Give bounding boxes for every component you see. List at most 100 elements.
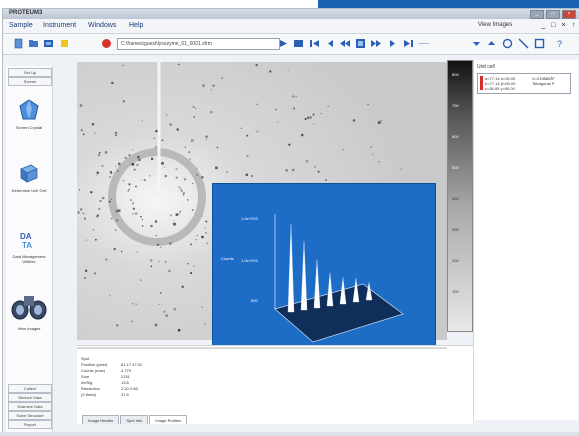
- tab-image-header[interactable]: Image Header: [82, 415, 120, 424]
- minimize-button[interactable]: _: [530, 10, 544, 19]
- dropdown-arrow-icon[interactable]: [471, 38, 482, 49]
- peak-spike: [326, 272, 334, 307]
- diffraction-spot: [291, 169, 295, 172]
- reduce-data-button[interactable]: Reduce Data: [8, 393, 52, 402]
- sidebar-item-unit-cell[interactable]: Determine Unit Cell: [6, 162, 52, 193]
- diffraction-spot: [155, 234, 157, 236]
- maximize-button[interactable]: □: [546, 10, 560, 19]
- zoom-out-icon[interactable]: [486, 38, 497, 49]
- sidebar-item-label: Data Management Utilities: [12, 254, 46, 264]
- diffraction-spot: [96, 215, 99, 218]
- menu-sample[interactable]: Sample: [9, 22, 33, 29]
- diffraction-spot: [83, 133, 85, 136]
- diffraction-spot: [132, 202, 134, 205]
- diffraction-spot: [90, 191, 93, 194]
- layers-icon[interactable]: [43, 38, 54, 49]
- rewind-icon[interactable]: [339, 38, 350, 49]
- spot-info-value: 2151: [121, 374, 130, 379]
- toolbar: C:\frames\guest\lysozyme_01_0001.sfrm ?: [3, 34, 579, 55]
- sidebar-item-data-utilities[interactable]: DA TA Data Management Utilities: [6, 228, 52, 264]
- window-controls: _ □ ×: [530, 10, 576, 19]
- menu-instrument[interactable]: Instrument: [43, 22, 76, 29]
- diffraction-spot: [188, 151, 191, 153]
- diffraction-spot: [169, 123, 172, 126]
- image-axis-ruler: [77, 347, 447, 349]
- first-frame-icon[interactable]: [309, 38, 320, 49]
- diffraction-spot: [206, 242, 209, 245]
- browse-arrow-icon[interactable]: [278, 38, 289, 49]
- open-folder-icon[interactable]: [28, 38, 39, 49]
- close-button[interactable]: ×: [562, 10, 576, 19]
- load-image-icon[interactable]: [293, 38, 304, 49]
- diffraction-spot: [206, 138, 207, 140]
- diffraction-spot: [192, 183, 194, 185]
- diffraction-spot: [154, 323, 158, 327]
- diffraction-spot: [183, 178, 186, 181]
- diffraction-spot: [175, 176, 178, 179]
- sidebar-item-screen-crystal[interactable]: Screen Crystal: [6, 99, 52, 130]
- contrast-scale[interactable]: [447, 60, 473, 332]
- diffraction-spot: [104, 151, 108, 154]
- diffraction-spot: [180, 188, 183, 191]
- help-cursor-icon[interactable]: ?: [555, 38, 566, 49]
- close-doc-button[interactable]: ×: [559, 21, 568, 30]
- sidebar-item-view-images[interactable]: View Images: [6, 288, 52, 331]
- diffraction-spot: [122, 64, 124, 67]
- diffraction-spot: [175, 168, 178, 170]
- up-button[interactable]: ↑: [569, 21, 578, 30]
- menu-windows[interactable]: Windows: [88, 22, 116, 29]
- contrast-tick-label: 700: [452, 103, 459, 108]
- rectangle-tool-icon[interactable]: [534, 38, 545, 49]
- line-tool-icon[interactable]: [518, 38, 529, 49]
- diffraction-spot: [204, 323, 206, 325]
- diffraction-spot: [190, 272, 192, 274]
- diffraction-spot: [132, 213, 134, 215]
- next-frame-icon[interactable]: [387, 38, 398, 49]
- frame-grid-icon[interactable]: [355, 38, 366, 49]
- diffraction-spot: [205, 135, 208, 138]
- examine-data-button[interactable]: Examine Data: [8, 402, 52, 411]
- unit-cell-legend[interactable]: a=77.14 α=90.00 b=77.14 β=90.00 c=36.95 …: [477, 73, 571, 94]
- diffraction-spot: [196, 234, 198, 237]
- circle-tool-icon[interactable]: [502, 38, 513, 49]
- diffraction-spot: [193, 116, 195, 118]
- diffraction-spot: [301, 133, 304, 137]
- menu-help[interactable]: Help: [129, 22, 143, 29]
- diffraction-spot: [178, 63, 180, 65]
- restore-doc-button[interactable]: □: [549, 21, 558, 30]
- report-button[interactable]: Report: [8, 420, 52, 429]
- fast-forward-icon[interactable]: [371, 38, 382, 49]
- screen-button[interactable]: Screen: [8, 77, 52, 86]
- diffraction-spot: [122, 179, 125, 182]
- diffraction-spot: [187, 199, 189, 201]
- diffraction-spot: [116, 324, 119, 327]
- previous-frame-icon[interactable]: [325, 38, 336, 49]
- diffraction-spot: [173, 222, 176, 226]
- diffraction-spot: [205, 220, 208, 223]
- diffraction-spot: [135, 185, 137, 188]
- tab-image-profiles[interactable]: Image Profiles: [149, 415, 187, 424]
- diffraction-spot: [256, 130, 259, 133]
- diffraction-spot: [163, 310, 166, 313]
- solve-structure-button[interactable]: Solve Structure: [8, 411, 52, 420]
- diffraction-spot: [96, 174, 98, 176]
- spot-info-value: 2.20 2.66: [121, 386, 138, 391]
- diffraction-spot: [177, 329, 181, 332]
- diffraction-spot: [195, 107, 197, 109]
- contrast-tick-label: 800: [452, 72, 459, 77]
- highlight-icon[interactable]: [59, 38, 70, 49]
- minimize-doc-button[interactable]: _: [539, 21, 548, 30]
- collect-button[interactable]: Collect: [8, 384, 52, 393]
- diffraction-spot: [176, 128, 179, 131]
- legend-lattice: Tetragonal P: [532, 81, 555, 86]
- new-document-icon[interactable]: [13, 38, 24, 49]
- image-path-field[interactable]: C:\frames\guest\lysozyme_01_0001.sfrm: [117, 38, 280, 50]
- tab-spot-info[interactable]: Spot Info: [120, 415, 149, 424]
- last-frame-icon[interactable]: [403, 38, 414, 49]
- stop-icon[interactable]: [101, 38, 112, 49]
- diffraction-spot: [190, 243, 192, 246]
- frame-slider-icon[interactable]: [418, 38, 429, 49]
- diffraction-spot: [99, 152, 101, 154]
- peak-profile-3d-plot[interactable]: 1.5e+003 1.0e+003 500 Counts Frame: [212, 183, 436, 355]
- setup-button[interactable]: Set Up: [8, 68, 52, 77]
